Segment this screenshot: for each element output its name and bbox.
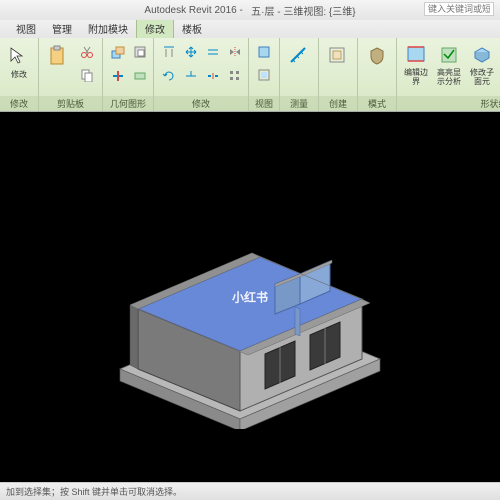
panel-clipboard: 剪贴板: [39, 38, 103, 111]
panel-label: 创建: [319, 96, 357, 111]
mirror-button[interactable]: [225, 42, 245, 62]
panel-view: 视图: [249, 38, 280, 111]
titlebar: Autodesk Revit 2016 - 五·层 - 三维视图: {三维}: [0, 0, 500, 20]
panel-modify-tools: 修改: [154, 38, 249, 111]
cursor-icon: [6, 43, 32, 69]
panel-label: 视图: [249, 96, 279, 111]
ribbon: 修改 修改 剪贴板 几: [0, 38, 500, 112]
status-text: 加到选择集；按 Shift 键并单击可取消选择。: [6, 485, 182, 498]
panel-geometry: 几何图形: [103, 38, 154, 111]
boundary-icon: [403, 43, 429, 67]
move-button[interactable]: [181, 42, 201, 62]
measure-icon: [286, 43, 312, 69]
title-search: [424, 2, 494, 16]
mode-button[interactable]: [362, 41, 392, 87]
panel-label: 修改: [0, 96, 38, 111]
panel-label: 修改: [154, 96, 248, 111]
building-model: [100, 189, 400, 429]
tab-modify[interactable]: 修改: [136, 18, 174, 38]
offset-button[interactable]: [203, 42, 223, 62]
paste-button[interactable]: [43, 41, 73, 87]
tab-addins[interactable]: 附加模块: [80, 19, 136, 38]
modify-button[interactable]: 修改: [4, 41, 34, 87]
tab-view[interactable]: 视图: [8, 19, 44, 38]
panel-label: 测量: [280, 96, 318, 111]
doc-title: 五·层 - 三维视图: {三维}: [251, 3, 355, 18]
panel-create: 创建: [319, 38, 358, 111]
ribbon-tabs: 视图 管理 附加模块 修改 楼板: [0, 20, 500, 38]
create-button[interactable]: [323, 41, 353, 87]
highlight-icon: [436, 43, 462, 67]
app-title: Autodesk Revit 2016 -: [144, 5, 242, 16]
tab-floor[interactable]: 楼板: [174, 19, 210, 38]
panel-label: 剪贴板: [39, 96, 102, 111]
panel-analyze: 编辑边界 高亮显示分析 修改子面元 添加点 添加分割线 拾取支座: [397, 38, 500, 111]
panel-mode: 模式: [358, 38, 397, 111]
view-button-1[interactable]: [254, 42, 274, 62]
panel-label: 模式: [358, 96, 396, 111]
modify-subface-button[interactable]: 修改子面元: [467, 41, 497, 87]
watermark: 小红书: [232, 289, 268, 306]
tab-manage[interactable]: 管理: [44, 19, 80, 38]
panel-label: 几何图形: [103, 96, 153, 111]
join-geom-button[interactable]: [108, 42, 128, 62]
geom-button-3[interactable]: [108, 66, 128, 86]
trim-button[interactable]: [181, 66, 201, 86]
panel-modify-1: 修改 修改: [0, 38, 39, 111]
shield-icon: [364, 43, 390, 69]
subface-icon: [469, 43, 495, 67]
search-input[interactable]: [424, 2, 494, 16]
copy-button[interactable]: [77, 65, 97, 85]
geom-button-4[interactable]: [130, 66, 150, 86]
rotate-button[interactable]: [159, 66, 179, 86]
cut-geom-button[interactable]: [130, 42, 150, 62]
array-button[interactable]: [225, 66, 245, 86]
panel-measure: 测量: [280, 38, 319, 111]
create-icon: [325, 43, 351, 69]
highlight-analyze-button[interactable]: 高亮显示分析: [434, 41, 464, 87]
statusbar: 加到选择集；按 Shift 键并单击可取消选择。: [0, 482, 500, 500]
panel-label: 形状编辑: [397, 96, 500, 111]
cut-button[interactable]: [77, 42, 97, 62]
edit-boundary-button[interactable]: 编辑边界: [401, 41, 431, 87]
clipboard-icon: [45, 43, 71, 69]
measure-button[interactable]: [284, 41, 314, 87]
view-button-2[interactable]: [254, 65, 274, 85]
split-button[interactable]: [203, 66, 223, 86]
viewport-3d[interactable]: 小红书: [0, 112, 500, 482]
align-button[interactable]: [159, 42, 179, 62]
